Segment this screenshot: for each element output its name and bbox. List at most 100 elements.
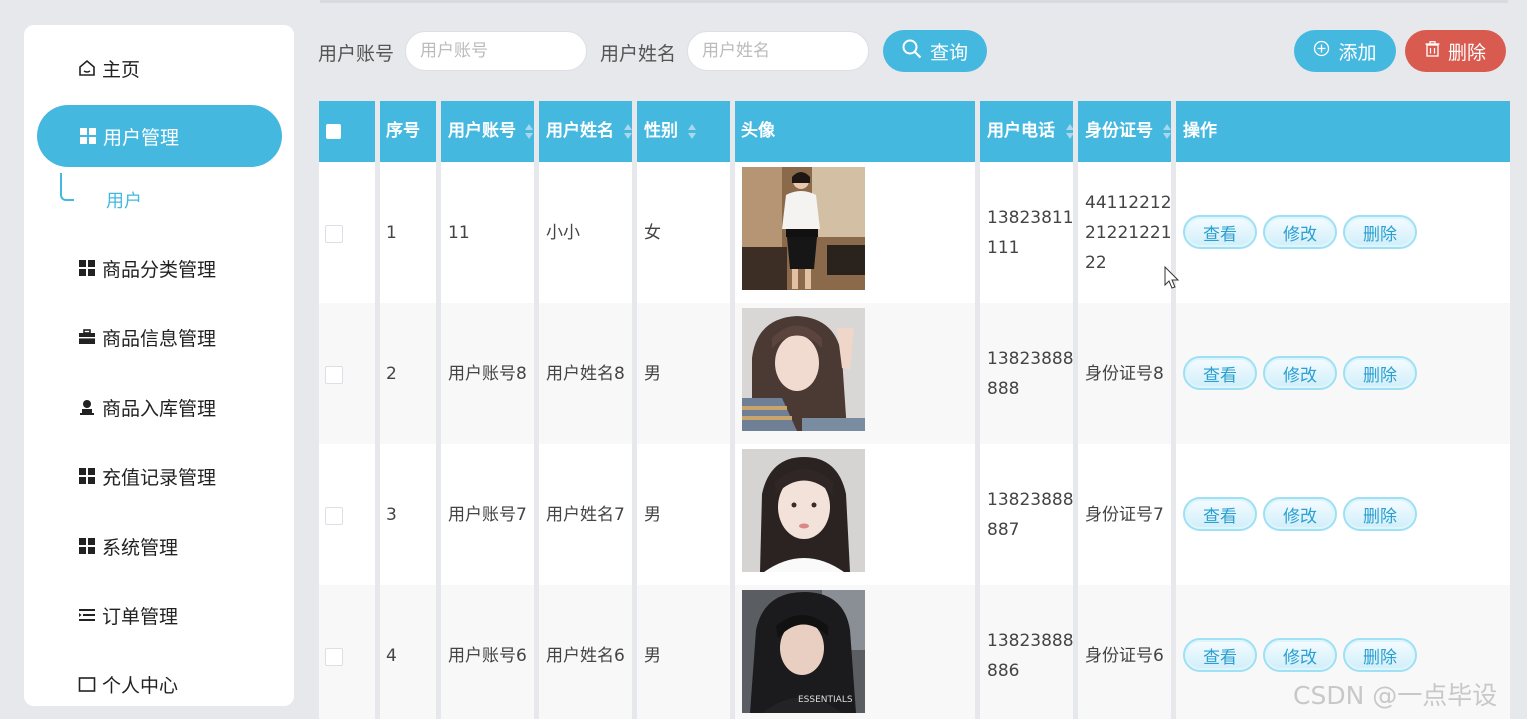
nav-item-label: 用户管理: [103, 126, 180, 149]
row-checkbox[interactable]: [325, 648, 343, 666]
column-divider: [436, 101, 441, 719]
cell-account: 用户账号7: [448, 505, 527, 525]
nav-item-home[interactable]: 主页: [24, 37, 270, 99]
name-search-input[interactable]: [687, 31, 869, 71]
row-delete-button[interactable]: 删除: [1343, 215, 1417, 249]
cell-id-line1: 44112212: [1085, 193, 1172, 213]
view-button[interactable]: 查看: [1183, 215, 1257, 249]
nav-item-label: 个人中心: [102, 674, 179, 697]
row-delete-button[interactable]: 删除: [1343, 638, 1417, 672]
cell-account: 用户账号6: [448, 646, 527, 666]
account-label: 用户账号: [318, 43, 395, 65]
trash-icon: [1425, 40, 1440, 62]
edit-button[interactable]: 修改: [1263, 356, 1337, 390]
row-delete-button[interactable]: 删除: [1343, 497, 1417, 531]
header-account[interactable]: 用户账号: [448, 101, 516, 162]
column-divider: [1171, 101, 1176, 719]
header-name[interactable]: 用户姓名: [546, 101, 614, 162]
cell-account: 用户账号8: [448, 364, 527, 384]
cell-gender: 男: [644, 364, 661, 384]
row-actions: 查看 修改 删除: [1183, 497, 1417, 531]
query-button[interactable]: 查询: [883, 30, 987, 72]
cell-phone-line2: 111: [987, 238, 1020, 258]
nav-item-stock-in-management[interactable]: 商品入库管理: [24, 376, 270, 438]
cell-index: 1: [386, 223, 397, 243]
select-all-checkbox[interactable]: [326, 124, 341, 139]
cell-phone-line1: 13823811: [987, 208, 1074, 228]
add-button-label: 添加: [1338, 41, 1377, 64]
top-edge: [320, 0, 1508, 3]
grid-icon: [78, 467, 96, 485]
view-button[interactable]: 查看: [1183, 497, 1257, 531]
name-label: 用户姓名: [600, 43, 677, 65]
grid-icon: [79, 127, 97, 145]
header-index: 序号: [386, 121, 420, 141]
nav-item-label: 商品信息管理: [102, 327, 217, 350]
search-icon: [902, 39, 922, 64]
nav-item-category-management[interactable]: 商品分类管理: [24, 237, 270, 299]
row-checkbox[interactable]: [325, 225, 343, 243]
nav-item-recharge-management[interactable]: 充值记录管理: [24, 445, 270, 507]
edit-button[interactable]: 修改: [1263, 497, 1337, 531]
edit-button[interactable]: 修改: [1263, 215, 1337, 249]
cell-id: 身份证号6: [1085, 646, 1164, 666]
cell-account: 11: [448, 223, 470, 243]
avatar-image: [742, 167, 865, 290]
home-icon: [78, 59, 96, 77]
cell-phone-line2: 886: [987, 661, 1020, 681]
cell-phone-line1: 13823888: [987, 490, 1074, 510]
nav-item-personal-center[interactable]: 个人中心: [24, 653, 270, 706]
nav-item-label: 商品分类管理: [102, 258, 217, 281]
sort-icon[interactable]: [525, 124, 533, 140]
nav-item-label: 主页: [102, 58, 141, 81]
cell-name: 用户姓名7: [546, 505, 625, 525]
tree-elbow: [60, 173, 74, 201]
row-delete-button[interactable]: 删除: [1343, 356, 1417, 390]
row-checkbox[interactable]: [325, 507, 343, 525]
nav-item-order-management[interactable]: 订单管理: [24, 584, 270, 646]
user-table: 序号 用户账号 用户姓名 性别 头像 用户电话 身份证号 操作 1 11 小小 …: [319, 101, 1510, 719]
avatar-image: [742, 308, 865, 431]
column-divider: [632, 101, 637, 719]
row-actions: 查看 修改 删除: [1183, 638, 1417, 672]
header-gender[interactable]: 性别: [644, 101, 678, 162]
cell-gender: 女: [644, 223, 661, 243]
nav-item-label: 充值记录管理: [102, 466, 217, 489]
nav-item-label: 订单管理: [102, 605, 179, 628]
nav-item-system-management[interactable]: 系统管理: [24, 515, 270, 577]
cell-phone-line1: 13823888: [987, 349, 1074, 369]
add-button[interactable]: 添加: [1294, 30, 1396, 72]
cell-id: 身份证号8: [1085, 364, 1164, 384]
view-button[interactable]: 查看: [1183, 638, 1257, 672]
nav-subitem-user[interactable]: 用户: [60, 173, 260, 212]
cell-phone-line2: 887: [987, 520, 1020, 540]
delete-button[interactable]: 删除: [1405, 30, 1506, 72]
row-actions: 查看 修改 删除: [1183, 356, 1417, 390]
header-avatar: 头像: [741, 121, 775, 141]
account-search-input[interactable]: [405, 31, 587, 71]
cell-name: 用户姓名8: [546, 364, 625, 384]
query-button-label: 查询: [929, 41, 968, 64]
avatar-image: ESSENTIALS: [742, 590, 865, 713]
cell-id-line2: 21221221: [1085, 223, 1172, 243]
column-divider: [375, 101, 380, 719]
edit-button[interactable]: 修改: [1263, 638, 1337, 672]
column-divider: [730, 101, 735, 719]
column-divider: [1073, 101, 1078, 719]
row-checkbox[interactable]: [325, 366, 343, 384]
view-button[interactable]: 查看: [1183, 356, 1257, 390]
nav-item-user-management[interactable]: 用户管理: [37, 105, 282, 167]
row-actions: 查看 修改 删除: [1183, 215, 1417, 249]
header-phone[interactable]: 用户电话: [987, 101, 1055, 162]
nav-item-product-info-management[interactable]: 商品信息管理: [24, 306, 270, 368]
header-id-number[interactable]: 身份证号: [1085, 101, 1153, 162]
sort-icon[interactable]: [688, 124, 696, 140]
table-row: 2 用户账号8 用户姓名8 男 13823888 888 身份证号8 查看 修改…: [319, 303, 1510, 444]
list-icon: [78, 606, 96, 624]
column-divider: [534, 101, 539, 719]
cell-index: 2: [386, 364, 397, 384]
sort-icon[interactable]: [624, 124, 632, 140]
delete-button-label: 删除: [1447, 41, 1486, 64]
sort-icon[interactable]: [1163, 124, 1171, 140]
briefcase-icon: [78, 328, 96, 346]
